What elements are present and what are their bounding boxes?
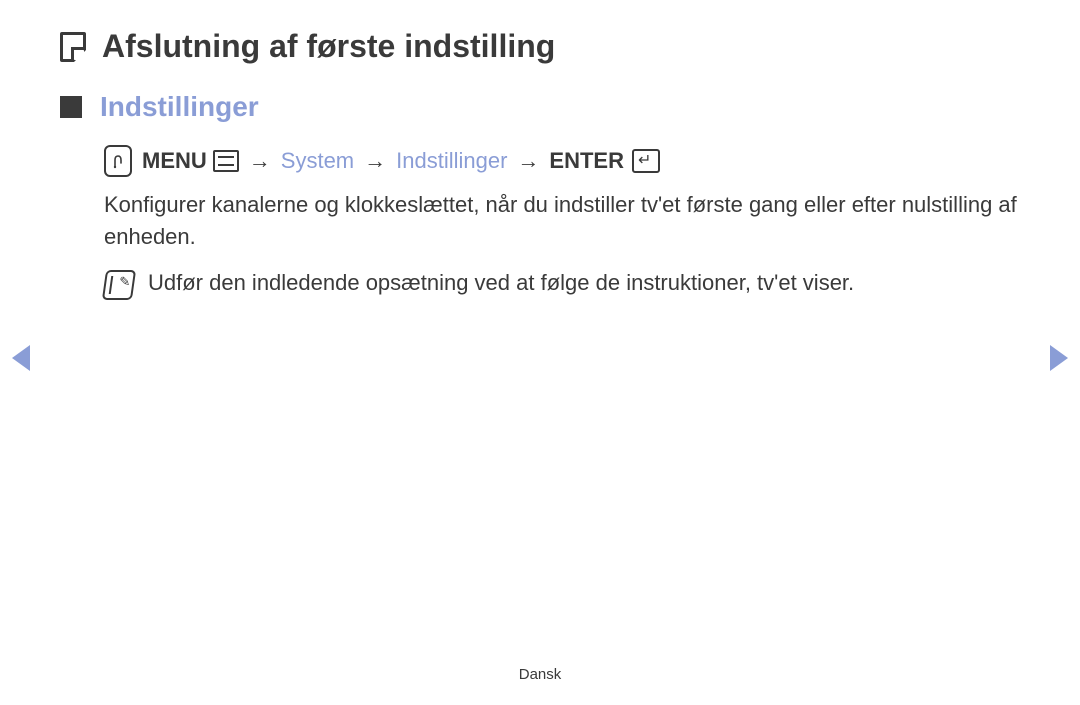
content-area: Afslutning af første indstilling Indstil… xyxy=(0,0,1080,300)
title-row: Afslutning af første indstilling xyxy=(60,28,1020,65)
prev-page-arrow[interactable] xyxy=(12,345,30,371)
bookmark-icon xyxy=(60,32,86,62)
menu-path: MENU → System → Indstillinger → ENTER xyxy=(104,145,1020,177)
arrow-separator: → xyxy=(249,145,271,177)
section-title: Indstillinger xyxy=(100,91,259,123)
enter-icon xyxy=(632,149,660,173)
body-block: MENU → System → Indstillinger → ENTER Ko… xyxy=(104,145,1020,300)
section-row: Indstillinger xyxy=(60,91,1020,123)
page-title: Afslutning af første indstilling xyxy=(102,28,555,65)
remote-icon xyxy=(104,145,132,177)
arrow-separator: → xyxy=(517,145,539,177)
next-page-arrow[interactable] xyxy=(1050,345,1068,371)
path-indstillinger: Indstillinger xyxy=(396,145,507,177)
path-system: System xyxy=(281,145,354,177)
menu-box-icon xyxy=(213,150,239,172)
footer-language: Dansk xyxy=(0,666,1080,683)
square-bullet-icon xyxy=(60,96,82,118)
enter-label: ENTER xyxy=(549,145,624,177)
arrow-separator: → xyxy=(364,145,386,177)
note-text: Udfør den indledende opsætning ved at fø… xyxy=(148,267,854,299)
description-text: Konfigurer kanalerne og klokkeslættet, n… xyxy=(104,189,1020,253)
menu-label: MENU xyxy=(142,145,207,177)
note-icon xyxy=(102,270,136,300)
note-row: Udfør den indledende opsætning ved at fø… xyxy=(104,267,1020,300)
